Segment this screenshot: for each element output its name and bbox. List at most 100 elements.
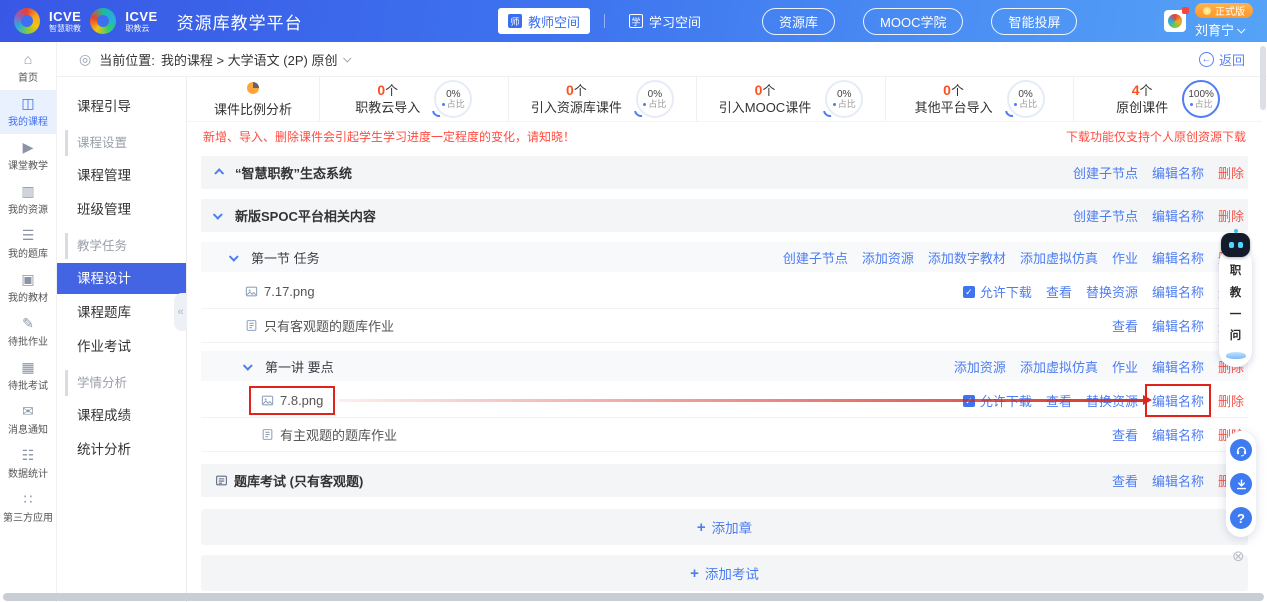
download-icon[interactable] [1230,473,1252,495]
horizontal-scrollbar[interactable] [3,593,1264,601]
tree-row-file[interactable]: 7.17.png✓允许下载查看替换资源编辑名称删除 [201,275,1248,309]
tree-row-labelwrap: 7.8.png [261,393,323,408]
action-link[interactable]: 编辑名称 [1152,357,1204,376]
action-delete[interactable]: 删除 [1218,391,1244,410]
question-bank-icon: ☰ [22,228,35,242]
action-link[interactable]: 查看 [1112,471,1138,490]
sidebar-item-exam-review[interactable]: ▦待批考试 [0,354,56,398]
tree-row-labelwrap: 题库考试 (只有客观题) [215,471,363,490]
sidebar-item-question-bank[interactable]: ☰我的题库 [0,222,56,266]
submenu-item[interactable]: 作业考试 [57,331,186,362]
tree-row-section[interactable]: 第一讲 要点添加资源添加虚拟仿真作业编辑名称删除 [201,351,1248,381]
action-link[interactable]: 编辑名称 [1152,425,1204,444]
image-file-icon [245,285,258,298]
action-link[interactable]: 查看 [1112,425,1138,444]
action-link[interactable]: 作业 [1112,248,1138,267]
sidebar-item-homework[interactable]: ✎待批作业 [0,310,56,354]
action-link[interactable]: 替换资源 [1086,282,1138,301]
action-delete[interactable]: 删除 [1218,206,1244,225]
sidebar-item-classroom[interactable]: ▶课堂教学 [0,134,56,178]
mooc-academy-button[interactable]: MOOC学院 [863,8,963,35]
app-shortcut-icon[interactable] [1164,10,1186,32]
tree-row-chapter[interactable]: 新版SPOC平台相关内容创建子节点编辑名称删除 [201,199,1248,232]
sidebar-item-resources[interactable]: ▥我的资源 [0,178,56,222]
action-link[interactable]: 编辑名称 [1152,206,1204,225]
action-link[interactable]: 创建子节点 [1073,163,1138,182]
caret-up-icon[interactable] [215,169,229,176]
location-icon: ◎ [79,51,91,68]
sidebar-item-message[interactable]: ✉消息通知 [0,398,56,442]
assistant-widget[interactable]: 职教一问 [1219,233,1252,367]
close-toolbar-icon[interactable]: ⊗ [1232,547,1245,565]
tree-row-file[interactable]: 7.8.png✓允许下载查看替换资源编辑名称删除 [201,384,1248,418]
submenu-item[interactable]: 课程成绩 [57,400,186,431]
percent-gauge: 100%占比 [1182,80,1220,118]
assistant-label-char: 一 [1230,307,1242,325]
caret-down-icon[interactable] [231,254,245,261]
submenu-item[interactable]: 课程设计 [57,263,186,294]
sidebar-item-statistics[interactable]: ☷数据统计 [0,442,56,486]
tree-row-section[interactable]: 第一节 任务创建子节点添加资源添加数字教材添加虚拟仿真作业编辑名称删除 [201,242,1248,272]
action-delete[interactable]: 删除 [1218,163,1244,182]
learning-space-button[interactable]: 学 学习空间 [619,8,711,34]
vertical-scrollbar[interactable] [1260,46,1266,110]
action-link[interactable]: 编辑名称 [1152,163,1204,182]
sidebar-item-textbook[interactable]: ▣我的教材 [0,266,56,310]
percent-value: 100% [1188,89,1214,100]
message-icon: ✉ [22,404,34,418]
submenu-item[interactable]: 课程管理 [57,160,186,191]
submenu-item[interactable]: 课程引导 [57,91,186,122]
action-link[interactable]: 查看 [1112,316,1138,335]
back-button[interactable]: ← 返回 [1199,50,1245,69]
resource-library-button[interactable]: 资源库 [762,8,835,35]
action-link[interactable]: 作业 [1112,357,1138,376]
action-link[interactable]: 编辑名称 [1152,471,1204,490]
smart-casting-button[interactable]: 智能投屏 [991,8,1077,35]
tree-row-label: 只有客观题的题库作业 [264,316,394,335]
stat-label: 原创课件 [1116,100,1168,116]
chevron-down-icon[interactable] [344,54,352,62]
action-link[interactable]: 编辑名称 [1152,248,1204,267]
caret-down-icon[interactable] [245,363,259,370]
topbar-links: 资源库 MOOC学院 智能投屏 [762,0,1077,42]
action-link[interactable]: 创建子节点 [1073,206,1138,225]
caret-down-icon[interactable] [215,212,229,219]
add-chapter-button[interactable]: +添加章 [201,509,1248,545]
user-menu[interactable]: 刘育宁 [1195,20,1245,39]
tree-row-file[interactable]: 只有客观题的题库作业查看编辑名称删除 [201,309,1248,343]
submenu-item[interactable]: 统计分析 [57,434,186,465]
customer-service-icon[interactable] [1230,439,1252,461]
action-link[interactable]: 查看 [1046,282,1072,301]
tree-row-label: 7.17.png [264,284,315,299]
breadcrumb-path[interactable]: 我的课程 > 大学语文 (2P) 原创 [161,50,338,69]
action-link[interactable]: 编辑名称 [1152,391,1204,410]
action-link[interactable]: 创建子节点 [783,248,848,267]
collapse-sidebar-handle[interactable]: « [174,293,187,331]
stat-cell: 0个引入MOOC课件0%占比 [696,77,885,121]
medal-icon [1203,7,1211,15]
submenu-item[interactable]: 课程题库 [57,297,186,328]
tree-row-exam[interactable]: 题库考试 (只有客观题)查看编辑名称删除 [201,464,1248,497]
teacher-space-button[interactable]: 师 教师空间 [498,8,590,34]
sidebar-item-home[interactable]: ⌂首页 [0,46,56,90]
action-link[interactable]: 添加数字教材 [928,248,1006,267]
stat-count: 0个 [566,82,587,100]
add-exam-button[interactable]: +添加考试 [201,555,1248,591]
action-link[interactable]: 添加资源 [954,357,1006,376]
action-link[interactable]: 添加虚拟仿真 [1020,357,1098,376]
row-actions: 添加资源添加虚拟仿真作业编辑名称删除 [954,357,1248,376]
tree-row-chapter[interactable]: “智慧职教”生态系统创建子节点编辑名称删除 [201,156,1248,189]
help-icon[interactable]: ? [1230,507,1252,529]
tree-row-labelwrap: 7.17.png [245,284,315,299]
sidebar-item-courses[interactable]: ◫我的课程 [0,90,56,134]
action-link[interactable]: 编辑名称 [1152,282,1204,301]
user-name-label: 刘育宁 [1195,20,1234,39]
tree-row-file[interactable]: 有主观题的题库作业查看编辑名称删除 [201,418,1248,452]
submenu-item[interactable]: 班级管理 [57,194,186,225]
action-link[interactable]: 编辑名称 [1152,316,1204,335]
allow-download-toggle[interactable]: ✓允许下载 [963,282,1032,301]
sidebar-item-apps[interactable]: ∷第三方应用 [0,486,56,530]
action-link[interactable]: 添加虚拟仿真 [1020,248,1098,267]
action-link[interactable]: 添加资源 [862,248,914,267]
sidebar-item-label: 数据统计 [8,465,48,480]
